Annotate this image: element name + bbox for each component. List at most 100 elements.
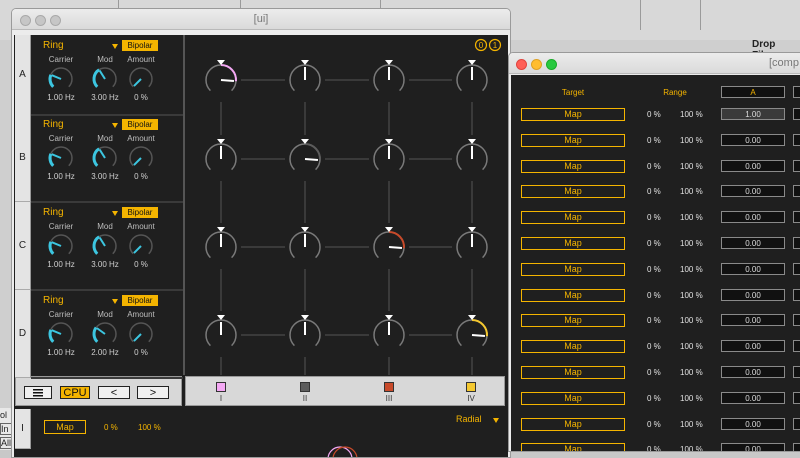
- knob-amount[interactable]: [126, 232, 156, 258]
- close-icon[interactable]: [516, 59, 527, 70]
- value-field-b[interactable]: [793, 340, 800, 353]
- map-button[interactable]: Map: [521, 340, 625, 354]
- knob-mod[interactable]: [90, 65, 120, 91]
- value-field-a[interactable]: 0.00: [721, 314, 785, 327]
- column-swatch-i[interactable]: [216, 382, 226, 392]
- map-button[interactable]: Map: [521, 366, 625, 379]
- matrix-knob-a-ii[interactable]: [289, 60, 321, 92]
- matrix-knob-c-ii[interactable]: [289, 227, 321, 259]
- range-min[interactable]: 0 %: [647, 187, 661, 196]
- range-max[interactable]: 100 %: [680, 342, 703, 351]
- matrix-knob-b-iv[interactable]: [456, 139, 488, 171]
- matrix-knob-a-i[interactable]: [205, 60, 237, 92]
- map-button[interactable]: Map: [521, 159, 625, 173]
- knob-mod[interactable]: [90, 320, 120, 346]
- value-field-b[interactable]: [793, 366, 800, 378]
- range-max[interactable]: 100 %: [680, 136, 703, 145]
- map-button[interactable]: Map: [521, 108, 625, 121]
- minimize-icon[interactable]: [531, 59, 542, 70]
- column-swatch-ii[interactable]: [300, 382, 310, 392]
- range-min[interactable]: 0 %: [647, 368, 661, 377]
- range-max[interactable]: 100 %: [680, 445, 703, 451]
- range-max[interactable]: 100 %: [680, 187, 703, 196]
- matrix-knob-b-ii[interactable]: [289, 139, 321, 171]
- range-max[interactable]: 100 %: [680, 420, 703, 429]
- knob-carrier[interactable]: [46, 144, 76, 170]
- range-min[interactable]: 0 %: [647, 136, 661, 145]
- prev-button[interactable]: <: [98, 386, 130, 399]
- matrix-knob-c-i[interactable]: [205, 227, 237, 259]
- range-min[interactable]: 0 %: [647, 291, 661, 300]
- polarity-button-d[interactable]: Bipolar: [122, 295, 158, 306]
- value-field-a[interactable]: 0.00: [721, 391, 785, 404]
- mode-dropdown-d[interactable]: Ring: [43, 295, 64, 306]
- map-button[interactable]: Map: [521, 288, 625, 302]
- value-field-b[interactable]: [793, 159, 800, 172]
- column-swatch-iii[interactable]: [384, 382, 394, 392]
- range-max[interactable]: 100 %: [680, 291, 703, 300]
- map-button[interactable]: Map: [521, 443, 625, 451]
- value-field-a[interactable]: 0.00: [721, 366, 785, 378]
- column-swatch-iv[interactable]: [466, 382, 476, 392]
- matrix-knob-b-i[interactable]: [205, 139, 237, 171]
- knob-carrier[interactable]: [46, 232, 76, 258]
- knob-carrier[interactable]: [46, 320, 76, 346]
- map-button[interactable]: Map: [521, 391, 625, 405]
- chevron-down-icon[interactable]: [493, 418, 499, 423]
- value-field-b[interactable]: [793, 417, 800, 430]
- range-min[interactable]: 0 %: [647, 239, 661, 248]
- map-button[interactable]: Map: [521, 262, 625, 276]
- range-max[interactable]: 100 %: [680, 316, 703, 325]
- value-field-a[interactable]: 0.00: [721, 417, 785, 430]
- range-max[interactable]: 100 %: [680, 265, 703, 274]
- matrix-knob-c-iv[interactable]: [456, 227, 488, 259]
- range-min[interactable]: 0 %: [647, 162, 661, 171]
- map-button[interactable]: Map: [521, 314, 625, 328]
- matrix-knob-d-ii[interactable]: [289, 315, 321, 347]
- zoom-icon[interactable]: [546, 59, 557, 70]
- value-field-b[interactable]: [793, 237, 800, 249]
- value-field-a[interactable]: 0.00: [721, 159, 785, 172]
- matrix-knob-c-iii[interactable]: [373, 227, 405, 259]
- matrix-knob-d-iii[interactable]: [373, 315, 405, 347]
- range-min[interactable]: 0 %: [647, 213, 661, 222]
- range-min[interactable]: 0 %: [647, 394, 661, 403]
- chevron-down-icon[interactable]: [112, 123, 118, 128]
- value-field-b[interactable]: [793, 211, 800, 224]
- range-min[interactable]: 0 %: [647, 420, 661, 429]
- range-min[interactable]: 0 %: [647, 316, 661, 325]
- value-field-b[interactable]: [793, 314, 800, 327]
- value-field-b[interactable]: [793, 262, 800, 275]
- map-button[interactable]: Map: [521, 237, 625, 250]
- knob-amount[interactable]: [126, 144, 156, 170]
- value-field-b[interactable]: [793, 391, 800, 404]
- map-button[interactable]: Map: [521, 211, 625, 225]
- polarity-button-c[interactable]: Bipolar: [122, 207, 158, 218]
- view-mode-dropdown[interactable]: Radial: [456, 414, 482, 424]
- value-field-a[interactable]: 0.00: [721, 133, 785, 146]
- value-field-b[interactable]: [793, 288, 800, 301]
- range-min[interactable]: 0 %: [647, 265, 661, 274]
- chevron-down-icon[interactable]: [112, 299, 118, 304]
- next-button[interactable]: >: [137, 386, 169, 399]
- map-button[interactable]: Map: [521, 185, 625, 199]
- range-min[interactable]: 0 %: [647, 342, 661, 351]
- matrix-knob-d-iv[interactable]: [456, 315, 488, 347]
- menu-button[interactable]: [24, 386, 52, 399]
- map-button[interactable]: Map: [521, 133, 625, 147]
- value-field-b[interactable]: [793, 443, 800, 451]
- knob-amount[interactable]: [126, 65, 156, 91]
- value-field-a[interactable]: 0.00: [721, 237, 785, 249]
- range-max[interactable]: 100 %: [680, 239, 703, 248]
- map-button[interactable]: Map: [521, 417, 625, 431]
- range-max[interactable]: 100 %: [680, 110, 703, 119]
- polarity-button-a[interactable]: Bipolar: [122, 40, 158, 51]
- knob-carrier[interactable]: [46, 65, 76, 91]
- bottom-range-max[interactable]: 100 %: [138, 423, 161, 432]
- value-field-a[interactable]: 0.00: [721, 211, 785, 224]
- value-field-a[interactable]: 0.00: [721, 340, 785, 353]
- range-max[interactable]: 100 %: [680, 213, 703, 222]
- value-field-b[interactable]: [793, 133, 800, 146]
- matrix-knob-d-i[interactable]: [205, 315, 237, 347]
- bottom-map-button[interactable]: Map: [44, 420, 86, 434]
